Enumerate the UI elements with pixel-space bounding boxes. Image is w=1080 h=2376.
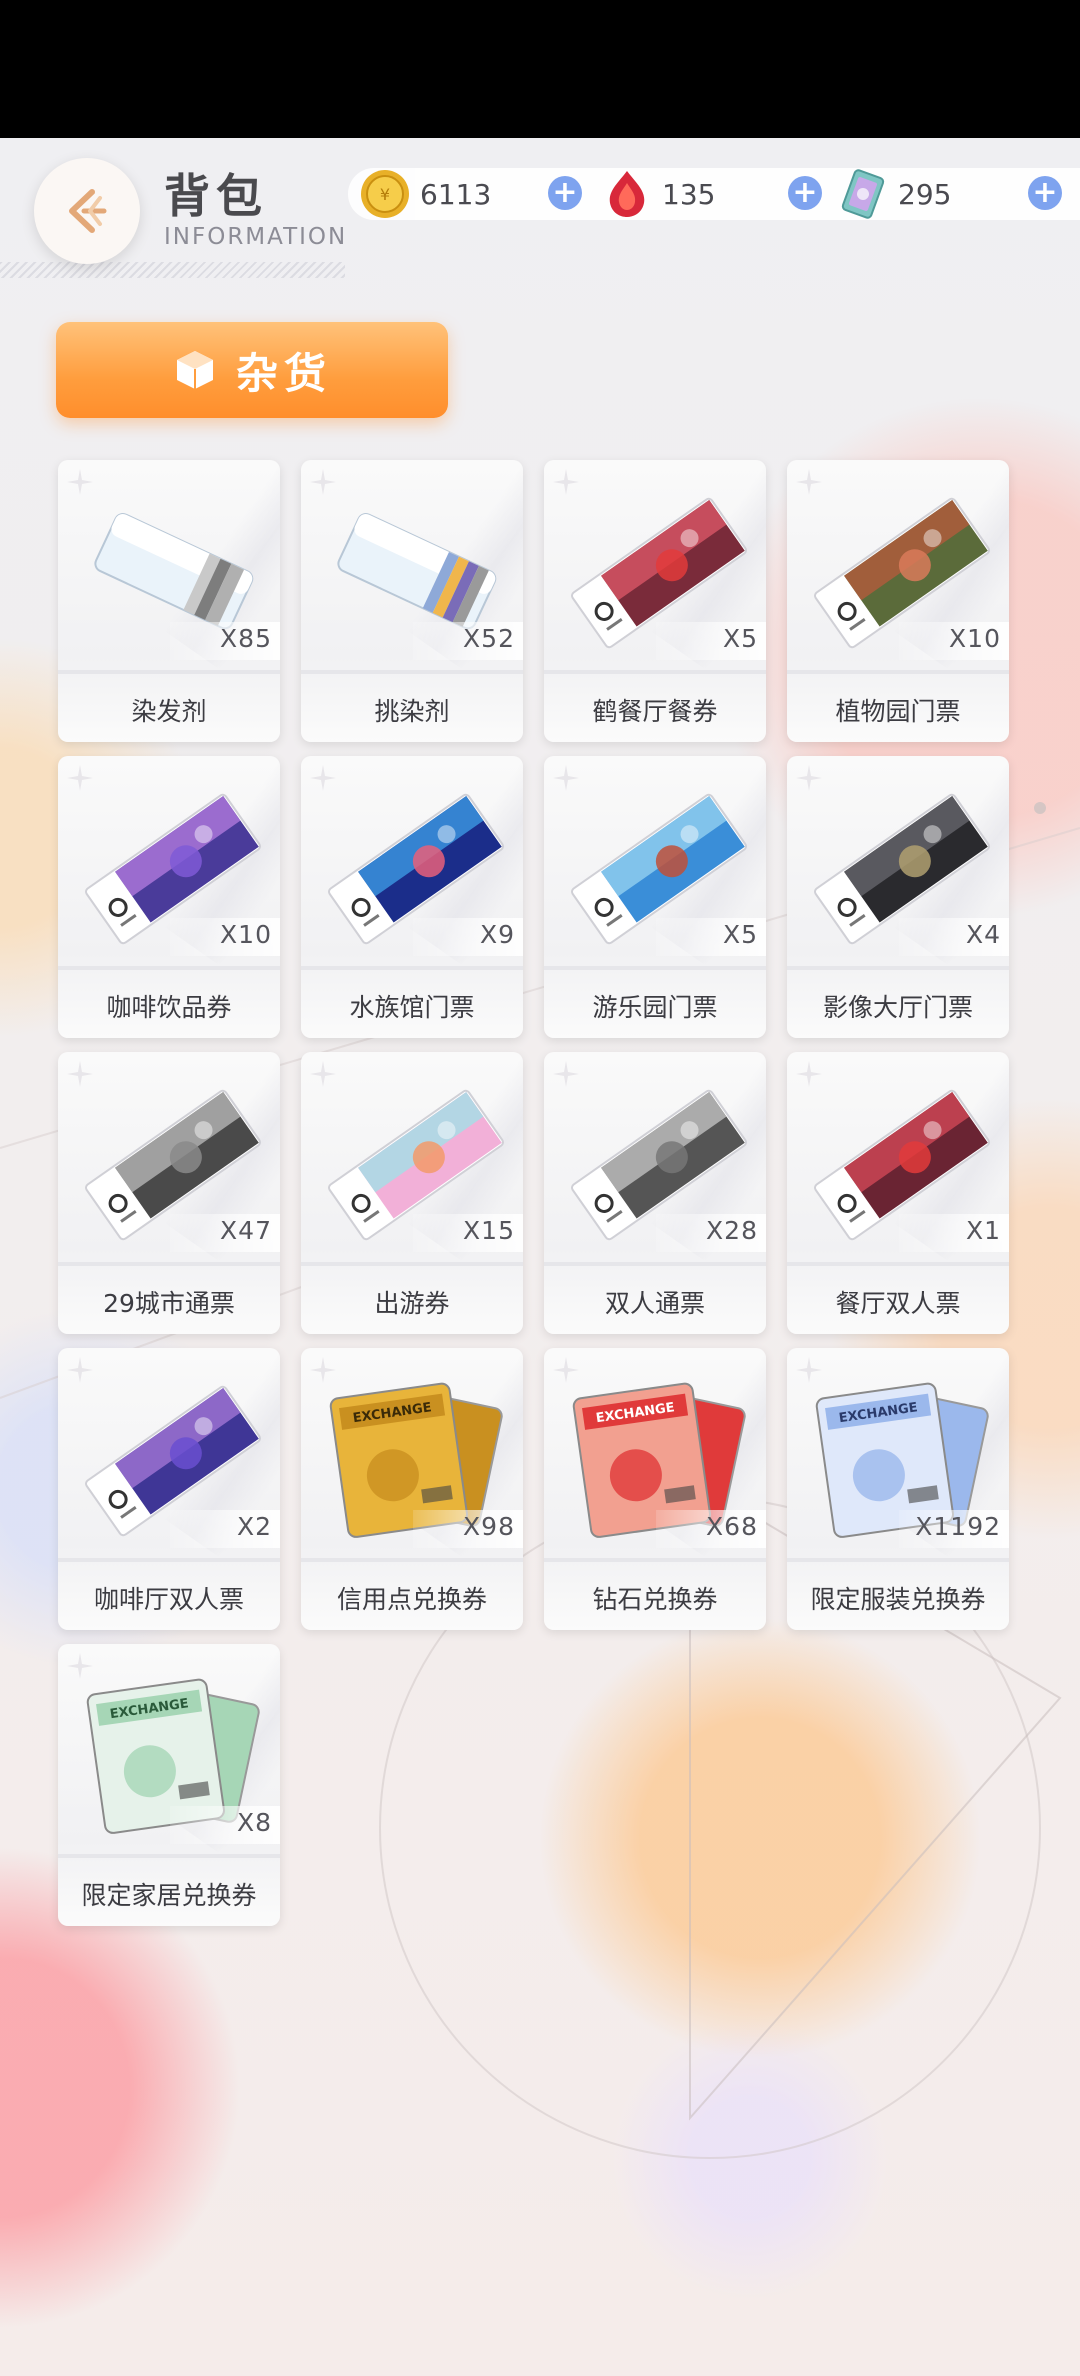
item-card[interactable]: X10 植物园门票 [787, 460, 1009, 742]
card-divider [58, 1262, 280, 1266]
card-divider [301, 966, 523, 970]
item-card[interactable]: EXCHANGE X1192 限定服装兑换券 [787, 1348, 1009, 1630]
item-name: 植物园门票 [835, 697, 961, 726]
item-card[interactable]: X4 影像大厅门票 [787, 756, 1009, 1038]
item-card[interactable]: X9 水族馆门票 [301, 756, 523, 1038]
item-quantity: X8 [236, 1808, 272, 1837]
title-stripe [0, 262, 345, 278]
item-quantity: X2 [236, 1512, 272, 1541]
item-quantity: X98 [463, 1512, 515, 1541]
card-divider [58, 1558, 280, 1562]
gold-amount: 6113 [420, 177, 492, 211]
item-quantity: X85 [220, 624, 272, 653]
card-divider [301, 670, 523, 674]
item-name: 出游券 [374, 1289, 450, 1318]
item-quantity: X15 [463, 1216, 515, 1245]
item-card[interactable]: X85 染发剂 [58, 460, 280, 742]
item-card[interactable]: X52 挑染剂 [301, 460, 523, 742]
item-card[interactable]: X15 出游券 [301, 1052, 523, 1334]
item-name: 限定服装兑换券 [810, 1585, 986, 1614]
item-name: 咖啡饮品券 [106, 993, 232, 1022]
card-divider [58, 1854, 280, 1858]
item-card[interactable]: EXCHANGE X68 钻石兑换券 [544, 1348, 766, 1630]
card-divider [544, 1558, 766, 1562]
red-gem-icon [609, 171, 645, 217]
svg-text:¥: ¥ [380, 185, 390, 204]
cube-icon [176, 351, 213, 389]
item-card[interactable]: X5 鹤餐厅餐券 [544, 460, 766, 742]
item-card[interactable]: X1 餐厅双人票 [787, 1052, 1009, 1334]
item-quantity: X1192 [915, 1512, 1001, 1541]
gold-coin-icon: ¥ [361, 170, 409, 218]
status-bar [0, 0, 1080, 138]
item-quantity: X28 [706, 1216, 758, 1245]
item-name: 咖啡厅双人票 [93, 1585, 244, 1614]
item-name: 信用点兑换券 [336, 1585, 487, 1614]
item-name: 鹤餐厅餐券 [592, 697, 718, 726]
item-quantity: X47 [220, 1216, 272, 1245]
card-divider [787, 670, 1009, 674]
item-quantity: X10 [220, 920, 272, 949]
card-divider [544, 1262, 766, 1266]
page-subtitle: INFORMATION [164, 224, 348, 250]
item-name: 染发剂 [131, 697, 207, 726]
item-name: 餐厅双人票 [835, 1289, 961, 1318]
add-gold-button[interactable]: + [548, 176, 582, 210]
currency-gold: ¥ 6113 [358, 168, 491, 220]
card-divider [787, 966, 1009, 970]
item-name: 钻石兑换券 [592, 1585, 718, 1614]
add-card-button[interactable]: + [1028, 176, 1062, 210]
add-gem-button[interactable]: + [788, 176, 822, 210]
item-card[interactable]: X28 双人通票 [544, 1052, 766, 1334]
item-name: 挑染剂 [374, 697, 450, 726]
card-divider [58, 966, 280, 970]
item-quantity: X5 [722, 624, 758, 653]
card-divider [58, 670, 280, 674]
currency-bar: ¥ 6113 + 135 + 295 + [348, 168, 1080, 220]
currency-card: 295 [836, 168, 951, 220]
item-name: 影像大厅门票 [822, 993, 973, 1022]
page-title: 背包 [164, 169, 268, 223]
card-divider [544, 670, 766, 674]
card-divider [301, 1558, 523, 1562]
item-card[interactable]: X2 咖啡厅双人票 [58, 1348, 280, 1630]
category-tab-groceries[interactable]: 杂货 [56, 322, 448, 418]
card-divider [544, 966, 766, 970]
item-name: 双人通票 [604, 1289, 705, 1318]
item-quantity: X1 [965, 1216, 1001, 1245]
item-card[interactable]: EXCHANGE X98 信用点兑换券 [301, 1348, 523, 1630]
crystal-card-icon [841, 169, 885, 219]
card-amount: 295 [898, 177, 952, 211]
currency-gem: 135 [600, 168, 715, 220]
gem-amount: 135 [662, 177, 716, 211]
item-quantity: X5 [722, 920, 758, 949]
item-name: 水族馆门票 [349, 993, 475, 1022]
item-card[interactable]: X47 29城市通票 [58, 1052, 280, 1334]
item-card[interactable]: EXCHANGE X8 限定家居兑换券 [58, 1644, 280, 1926]
item-quantity: X9 [479, 920, 515, 949]
back-button[interactable] [34, 158, 140, 264]
category-label: 杂货 [235, 348, 332, 398]
inventory-screen: 背包 INFORMATION ¥ 6113 + 135 + 295 + 杂货 X… [0, 138, 1080, 2376]
card-divider [787, 1262, 1009, 1266]
card-divider [787, 1558, 1009, 1562]
item-quantity: X10 [949, 624, 1001, 653]
item-quantity: X52 [463, 624, 515, 653]
item-name: 游乐园门票 [592, 993, 718, 1022]
item-name: 29城市通票 [103, 1289, 235, 1318]
item-quantity: X4 [965, 920, 1001, 949]
item-card[interactable]: X5 游乐园门票 [544, 756, 766, 1038]
card-divider [301, 1262, 523, 1266]
item-quantity: X68 [706, 1512, 758, 1541]
item-card[interactable]: X10 咖啡饮品券 [58, 756, 280, 1038]
item-name: 限定家居兑换券 [81, 1881, 257, 1910]
back-arrow-icon [69, 189, 107, 233]
